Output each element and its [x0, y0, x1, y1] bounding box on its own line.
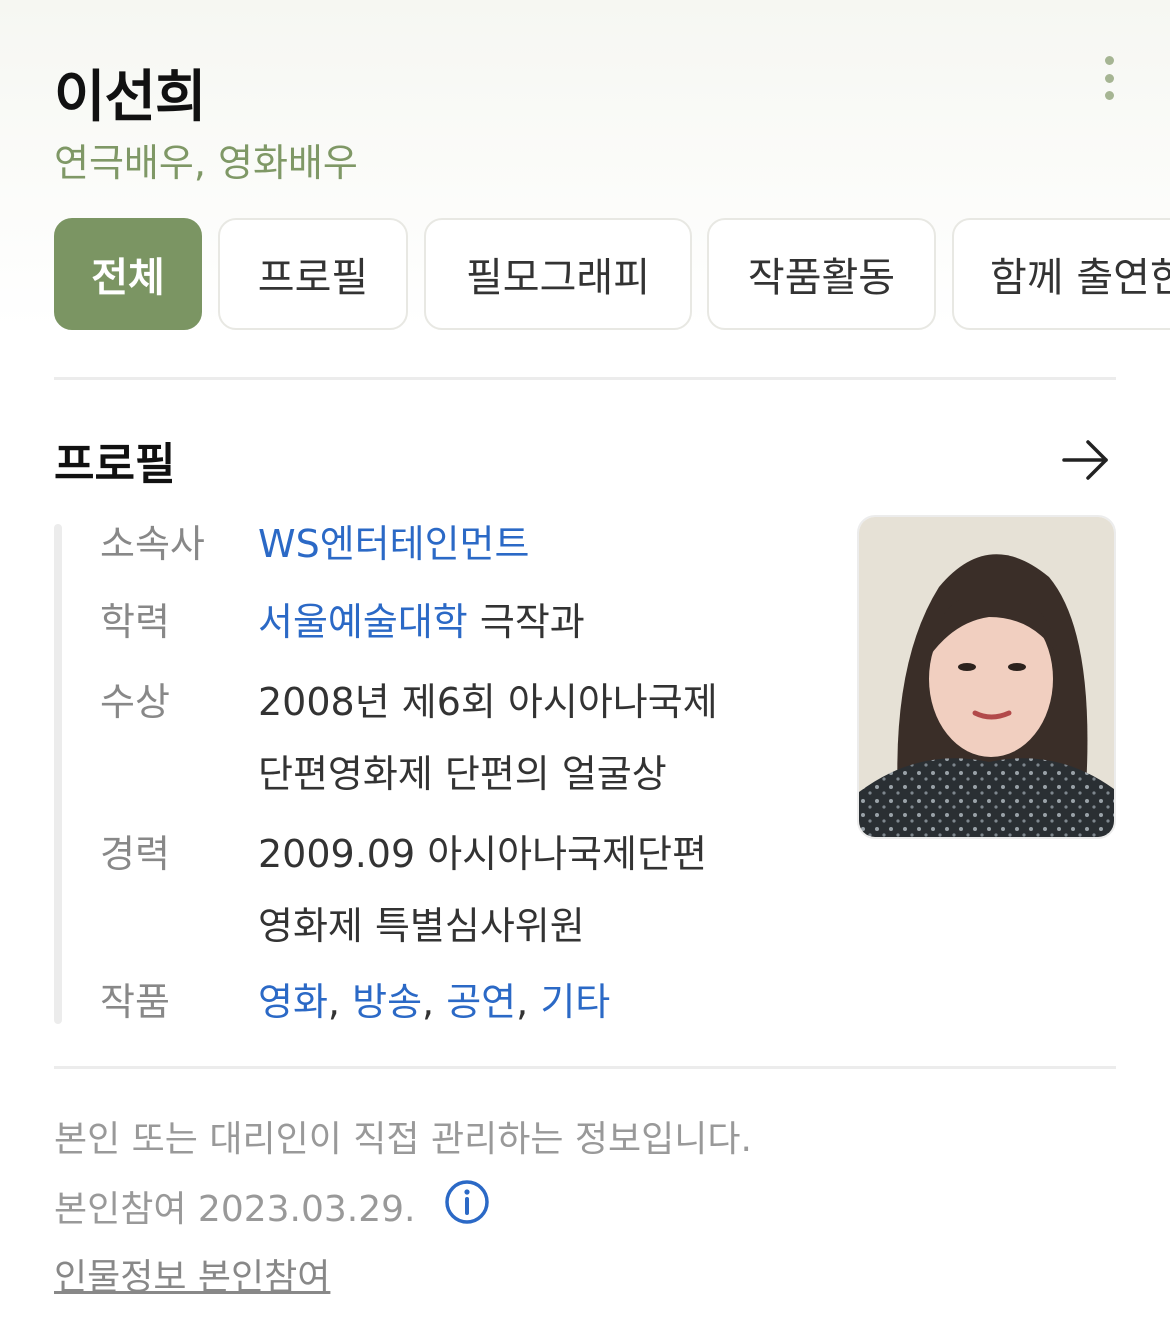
- award-line-1: 2008년 제6회 아시아나국제: [258, 680, 718, 724]
- person-occupation: 연극배우, 영화배우: [54, 141, 358, 185]
- divider: [54, 377, 1116, 380]
- info-label: 소속사: [100, 522, 205, 566]
- tab-profile[interactable]: 프로필: [218, 218, 408, 330]
- tab-costars[interactable]: 함께 출연한: [952, 218, 1170, 330]
- works-link-other[interactable]: 기타: [540, 980, 610, 1024]
- works-link-stage[interactable]: 공연: [446, 980, 516, 1024]
- section-title-profile: 프로필: [54, 439, 176, 490]
- career-line-1: 2009.09 아시아나국제단편: [258, 832, 707, 876]
- info-label: 경력: [100, 832, 170, 876]
- tab-all[interactable]: 전체: [54, 218, 202, 330]
- info-circle-icon[interactable]: [443, 1178, 491, 1226]
- award-line-2: 단편영화제 단편의 얼굴상: [258, 752, 667, 796]
- profile-photo[interactable]: [857, 515, 1116, 839]
- tab-works[interactable]: 작품활동: [707, 218, 936, 330]
- education-dept: 극작과: [479, 600, 585, 644]
- person-name: 이선희: [54, 65, 207, 130]
- info-side-bar: [54, 524, 62, 1024]
- arrow-right-icon[interactable]: [1058, 434, 1114, 486]
- info-label: 수상: [100, 680, 170, 724]
- info-label: 학력: [100, 600, 170, 644]
- tab-bar: 전체 프로필 필모그래피 작품활동 함께 출연한: [54, 218, 1170, 330]
- participation-date: 본인참여 2023.03.29.: [54, 1189, 416, 1230]
- self-participation-link[interactable]: 인물정보 본인참여: [54, 1248, 330, 1300]
- works-link-movie[interactable]: 영화: [258, 980, 328, 1024]
- career-line-2: 영화제 특별심사위원: [258, 904, 585, 948]
- more-options-icon[interactable]: [1094, 56, 1124, 100]
- tab-filmography[interactable]: 필모그래피: [424, 218, 692, 330]
- works-link-broadcast[interactable]: 방송: [352, 980, 422, 1024]
- school-link[interactable]: 서울예술대학: [258, 600, 468, 644]
- info-label: 작품: [100, 980, 170, 1024]
- separator: ,: [422, 980, 435, 1024]
- separator: ,: [516, 980, 529, 1024]
- managed-notice: 본인 또는 대리인이 직접 관리하는 정보입니다.: [54, 1119, 752, 1160]
- agency-link[interactable]: WS엔터테인먼트: [258, 522, 529, 566]
- divider: [54, 1066, 1116, 1069]
- separator: ,: [327, 980, 341, 1024]
